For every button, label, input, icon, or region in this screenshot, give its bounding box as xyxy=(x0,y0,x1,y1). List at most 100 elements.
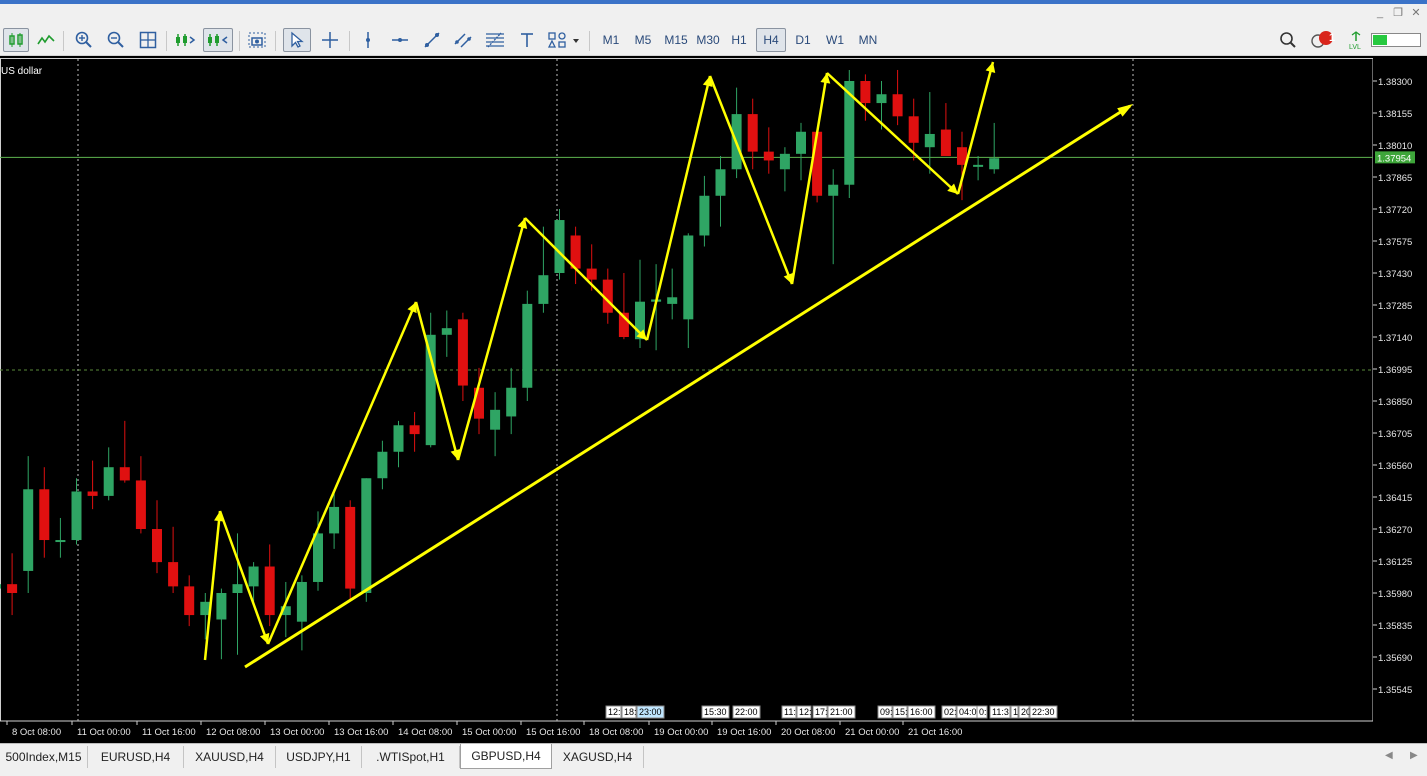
text-icon[interactable] xyxy=(516,28,538,52)
cursor-icon[interactable] xyxy=(283,28,311,52)
candle xyxy=(924,92,935,174)
timeframe-h1[interactable]: H1 xyxy=(726,28,752,52)
horizontal-line-icon[interactable] xyxy=(388,28,412,52)
tab-scroll-left-icon[interactable]: ◀ xyxy=(1385,750,1393,761)
timeframe-w1[interactable]: W1 xyxy=(821,28,849,52)
candle xyxy=(345,500,356,600)
tab-xagusd[interactable]: XAGUSD,H4 xyxy=(552,746,644,768)
candle xyxy=(699,175,710,247)
auto-scroll-icon[interactable] xyxy=(203,28,233,52)
timeframe-m15[interactable]: M15 xyxy=(660,28,692,52)
restore-button[interactable]: ❐ xyxy=(1390,6,1406,20)
candle xyxy=(618,273,629,340)
event-marker: 20 xyxy=(1018,705,1031,719)
event-marker: 11:3 xyxy=(989,705,1011,719)
candle xyxy=(683,233,694,349)
candles xyxy=(0,69,1000,660)
tab-wtispot[interactable]: .WTISpot,H1 xyxy=(362,746,460,768)
notifications-icon[interactable]: 1 xyxy=(1308,28,1338,52)
candle-body xyxy=(812,131,823,196)
candle-body xyxy=(715,169,726,196)
candle xyxy=(135,456,146,534)
chart-tabs-bar: 500Index,M15 EURUSD,H4 XAUUSD,H4 USDJPY,… xyxy=(0,743,1427,776)
candle xyxy=(715,156,726,227)
price-chart[interactable]: 1.38300 1.38155 1.38010 1.37865 1.37720 1.375… xyxy=(0,56,1427,743)
channel-icon[interactable] xyxy=(451,28,475,52)
timeframe-m5[interactable]: M5 xyxy=(629,28,657,52)
candle xyxy=(393,420,404,468)
tab-usdjpy[interactable]: USDJPY,H1 xyxy=(276,746,362,768)
candle-body xyxy=(184,586,195,616)
minimize-button[interactable]: _ xyxy=(1372,6,1388,20)
price-level-label: 1.37720 xyxy=(1378,205,1412,216)
time-label: 13 Oct 16:00 xyxy=(334,727,388,738)
candle-body xyxy=(103,467,114,496)
wave-segment xyxy=(266,301,418,645)
tab-xauusd[interactable]: XAUUSD,H4 xyxy=(184,746,276,768)
chart-canvas[interactable]: 1.38300 1.38155 1.38010 1.37865 1.37720 1.375… xyxy=(0,56,1427,743)
candle-body xyxy=(168,562,179,587)
chart-shift-icon[interactable] xyxy=(173,28,199,52)
tab-500index[interactable]: 500Index,M15 xyxy=(0,746,88,768)
zoom-out-icon[interactable] xyxy=(104,28,128,52)
event-marker: 11: xyxy=(781,705,797,719)
candle-body xyxy=(55,540,66,543)
crosshair-icon[interactable] xyxy=(318,28,342,52)
event-marker-text: 18: xyxy=(624,707,637,717)
price-level-label: 1.36705 xyxy=(1378,429,1412,440)
event-marker-text: 11: xyxy=(784,707,796,717)
candle-body xyxy=(860,81,871,104)
time-label: 15 Oct 16:00 xyxy=(526,727,580,738)
price-level-label: 1.38300 xyxy=(1378,77,1412,88)
candle xyxy=(55,517,66,558)
event-marker: 15: xyxy=(892,705,908,719)
trendline-icon[interactable] xyxy=(420,28,444,52)
price-level-label: 1.38155 xyxy=(1378,109,1412,120)
candle xyxy=(23,456,34,593)
plot-border xyxy=(0,58,1374,722)
candle-body xyxy=(908,116,919,143)
event-marker: 09: xyxy=(877,705,893,719)
shapes-icon[interactable] xyxy=(545,28,583,52)
zoom-in-icon[interactable] xyxy=(72,28,96,52)
timeframe-d1[interactable]: D1 xyxy=(790,28,816,52)
candlestick-chart-icon[interactable] xyxy=(3,28,29,52)
candle xyxy=(216,588,227,660)
fibonacci-icon[interactable] xyxy=(482,28,508,52)
candle-body xyxy=(828,184,839,196)
timeframe-mn[interactable]: MN xyxy=(853,28,883,52)
line-chart-icon[interactable] xyxy=(34,28,58,52)
time-label: 21 Oct 16:00 xyxy=(908,727,962,738)
close-button[interactable]: ✕ xyxy=(1408,6,1424,20)
candle-body xyxy=(699,195,710,236)
svg-text:LVL: LVL xyxy=(1349,44,1361,50)
candle xyxy=(828,169,839,265)
candle-body xyxy=(409,425,420,435)
signal-level-icon[interactable]: LVL xyxy=(1345,28,1367,52)
candle-body xyxy=(940,129,951,157)
tab-eurusd[interactable]: EURUSD,H4 xyxy=(88,746,184,768)
candle xyxy=(7,553,18,616)
screenshot-icon[interactable] xyxy=(245,28,269,52)
candle xyxy=(522,290,533,401)
tab-scroll-right-icon[interactable]: ▶ xyxy=(1410,750,1418,761)
price-level-label: 1.36560 xyxy=(1378,461,1412,472)
timeframe-m30[interactable]: M30 xyxy=(693,28,723,52)
candle-body xyxy=(747,114,758,152)
price-level-label: 1.35545 xyxy=(1378,685,1412,696)
search-icon[interactable] xyxy=(1276,28,1300,52)
candle xyxy=(812,129,823,203)
candle-body xyxy=(973,164,984,167)
vertical-line-icon[interactable] xyxy=(356,28,380,52)
event-marker: 18: xyxy=(621,705,637,719)
tile-windows-icon[interactable] xyxy=(136,28,160,52)
current-price-label: 1.37954 xyxy=(1377,153,1411,164)
candle xyxy=(570,226,581,285)
timeframe-m1[interactable]: M1 xyxy=(597,28,625,52)
candle-body xyxy=(506,387,517,417)
candle xyxy=(554,209,565,280)
price-level-label: 1.36995 xyxy=(1378,365,1412,376)
tab-gbpusd[interactable]: GBPUSD,H4 xyxy=(460,744,552,769)
timeframe-h4[interactable]: H4 xyxy=(756,28,786,52)
event-marker: 15:30 xyxy=(701,705,730,719)
